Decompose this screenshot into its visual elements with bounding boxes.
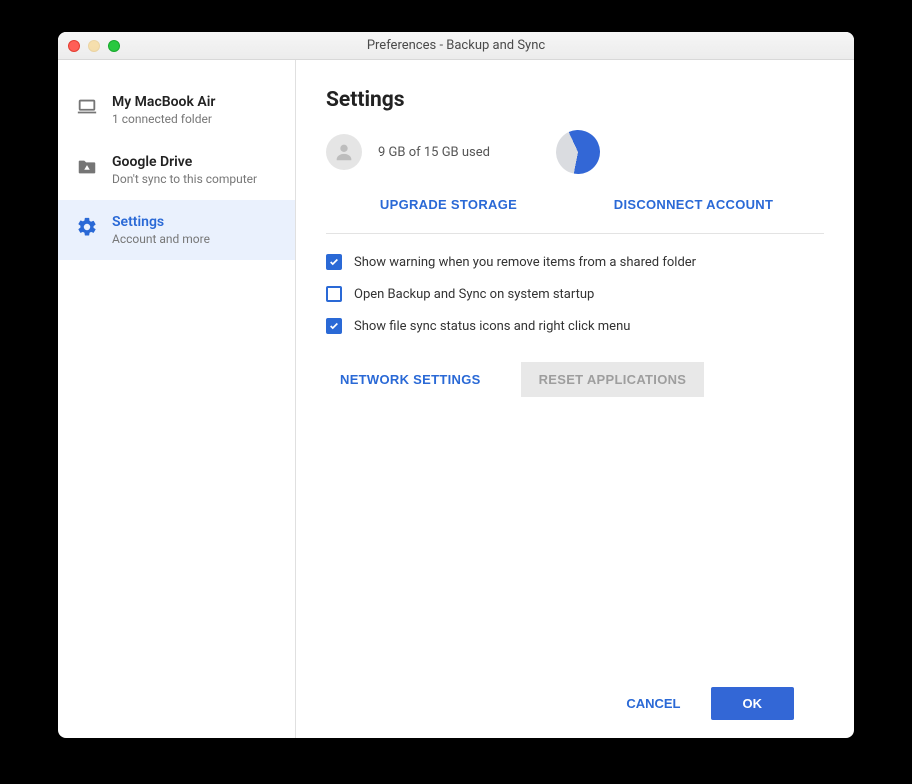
check-label: Show file sync status icons and right cl… [354, 319, 630, 334]
ok-button[interactable]: OK [711, 687, 795, 720]
check-label: Show warning when you remove items from … [354, 255, 696, 270]
checkbox-icon [326, 286, 342, 302]
account-links: UPGRADE STORAGE DISCONNECT ACCOUNT [326, 194, 824, 234]
sidebar-item-settings[interactable]: Settings Account and more [58, 200, 295, 260]
reset-applications-button[interactable]: RESET APPLICATIONS [521, 362, 705, 397]
body: My MacBook Air 1 connected folder Google… [58, 60, 854, 738]
sidebar-item-subtitle: Don't sync to this computer [112, 172, 257, 186]
disconnect-account-button[interactable]: DISCONNECT ACCOUNT [614, 197, 773, 212]
zoom-window-button[interactable] [108, 40, 120, 52]
checkbox-icon [326, 318, 342, 334]
sidebar-item-title: Settings [112, 214, 210, 230]
dialog-footer: CANCEL OK [326, 669, 824, 738]
action-row: NETWORK SETTINGS RESET APPLICATIONS [326, 362, 824, 397]
storage-row: 9 GB of 15 GB used [326, 130, 824, 174]
checkbox-icon [326, 254, 342, 270]
laptop-icon [76, 96, 98, 118]
checkbox-list: Show warning when you remove items from … [326, 254, 824, 334]
sidebar-item-title: My MacBook Air [112, 94, 215, 110]
gear-icon [76, 216, 98, 238]
account-avatar [326, 134, 362, 170]
minimize-window-button[interactable] [88, 40, 100, 52]
titlebar: Preferences - Backup and Sync [58, 32, 854, 60]
window-title: Preferences - Backup and Sync [58, 38, 854, 53]
check-open-on-startup[interactable]: Open Backup and Sync on system startup [326, 286, 824, 302]
sidebar-item-drive[interactable]: Google Drive Don't sync to this computer [58, 140, 295, 200]
page-title: Settings [326, 88, 824, 112]
upgrade-storage-button[interactable]: UPGRADE STORAGE [380, 197, 517, 212]
drive-icon [76, 156, 98, 178]
check-label: Open Backup and Sync on system startup [354, 287, 594, 302]
storage-usage-text: 9 GB of 15 GB used [378, 145, 490, 160]
person-icon [333, 141, 355, 163]
main-panel: Settings 9 GB of 15 GB used UPGRADE STOR… [296, 60, 854, 738]
sidebar: My MacBook Air 1 connected folder Google… [58, 60, 296, 738]
check-shared-folder-warning[interactable]: Show warning when you remove items from … [326, 254, 824, 270]
close-window-button[interactable] [68, 40, 80, 52]
storage-pie-chart [549, 123, 607, 181]
cancel-button[interactable]: CANCEL [626, 696, 680, 711]
network-settings-button[interactable]: NETWORK SETTINGS [326, 362, 495, 397]
window-controls [68, 40, 120, 52]
check-status-icons[interactable]: Show file sync status icons and right cl… [326, 318, 824, 334]
sidebar-item-subtitle: 1 connected folder [112, 112, 215, 126]
sidebar-item-device[interactable]: My MacBook Air 1 connected folder [58, 80, 295, 140]
sidebar-item-subtitle: Account and more [112, 232, 210, 246]
preferences-window: Preferences - Backup and Sync My MacBook… [58, 32, 854, 738]
sidebar-item-title: Google Drive [112, 154, 257, 170]
